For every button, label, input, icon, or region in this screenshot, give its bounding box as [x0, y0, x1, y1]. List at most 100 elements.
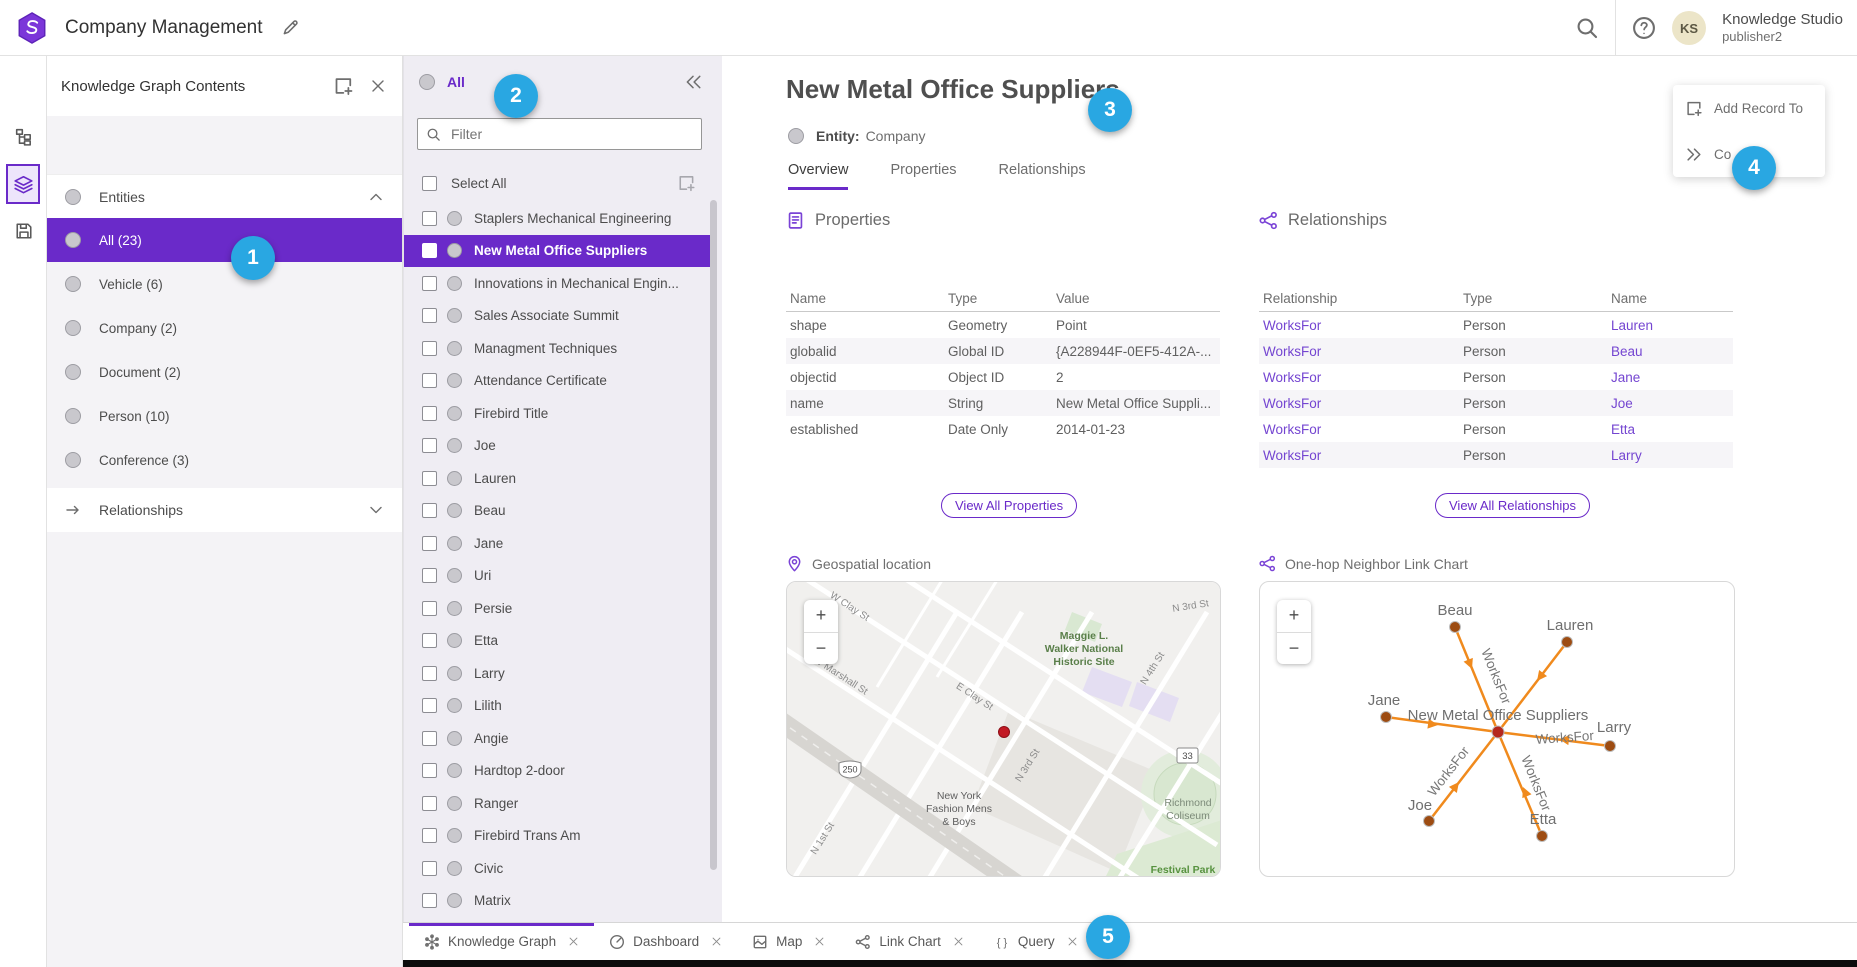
list-item[interactable]: Firebird Trans Am — [404, 820, 710, 853]
relationship-link[interactable]: WorksFor — [1259, 318, 1459, 333]
item-checkbox[interactable] — [422, 536, 437, 551]
item-checkbox[interactable] — [422, 828, 437, 843]
item-checkbox[interactable] — [422, 276, 437, 291]
item-checkbox[interactable] — [422, 243, 437, 258]
node-center[interactable] — [1492, 726, 1504, 738]
zoom-in-button[interactable]: + — [804, 600, 838, 633]
list-item[interactable]: Ranger — [404, 787, 710, 820]
list-item[interactable]: Joe — [404, 430, 710, 463]
record-tab[interactable]: Relationships — [999, 162, 1086, 190]
record-tab[interactable]: Overview — [788, 162, 848, 190]
entity-type-row[interactable]: All (23) — [47, 218, 402, 262]
list-item[interactable]: Firebird Title — [404, 397, 710, 430]
contents-button[interactable] — [6, 164, 40, 204]
list-item[interactable]: Jane — [404, 527, 710, 560]
list-item[interactable]: Attendance Certificate — [404, 365, 710, 398]
list-item[interactable]: Innovations in Mechanical Engin... — [404, 267, 710, 300]
relationship-link[interactable]: WorksFor — [1259, 396, 1459, 411]
filter-input[interactable] — [449, 125, 701, 143]
entity-type-row[interactable]: Company (2) — [47, 306, 402, 350]
node-joe[interactable] — [1424, 816, 1435, 827]
list-item[interactable]: Angie — [404, 722, 710, 755]
avatar[interactable]: KS — [1672, 11, 1706, 45]
node-jane[interactable] — [1381, 712, 1392, 723]
node-lauren[interactable] — [1562, 637, 1573, 648]
item-checkbox[interactable] — [422, 503, 437, 518]
item-checkbox[interactable] — [422, 666, 437, 681]
data-model-button[interactable] — [7, 120, 40, 153]
close-tab-icon[interactable] — [711, 936, 722, 947]
node-larry[interactable] — [1605, 741, 1616, 752]
related-entity-link[interactable]: Joe — [1607, 396, 1733, 411]
view-all-properties-button[interactable]: View All Properties — [941, 493, 1077, 518]
list-item[interactable]: Lauren — [404, 462, 710, 495]
relationship-link[interactable]: WorksFor — [1259, 370, 1459, 385]
list-item[interactable]: Hardtop 2-door — [404, 755, 710, 788]
context-menu-item[interactable]: Add Record To — [1673, 85, 1825, 131]
list-scrollbar[interactable] — [710, 200, 717, 870]
item-checkbox[interactable] — [422, 211, 437, 226]
view-all-relationships-button[interactable]: View All Relationships — [1435, 493, 1590, 518]
record-tab[interactable]: Properties — [890, 162, 956, 190]
related-entity-link[interactable]: Beau — [1607, 344, 1733, 359]
list-item[interactable]: Persie — [404, 592, 710, 625]
link-chart[interactable]: + − — [1259, 581, 1735, 877]
related-entity-link[interactable]: Jane — [1607, 370, 1733, 385]
node-beau[interactable] — [1450, 622, 1461, 633]
item-checkbox[interactable] — [422, 763, 437, 778]
search-icon[interactable] — [1575, 16, 1599, 40]
entity-type-row[interactable]: Person (10) — [47, 394, 402, 438]
view-tab[interactable]: Map — [737, 923, 840, 960]
item-checkbox[interactable] — [422, 893, 437, 908]
item-checkbox[interactable] — [422, 568, 437, 583]
close-tab-icon[interactable] — [1067, 936, 1078, 947]
item-checkbox[interactable] — [422, 601, 437, 616]
add-item-icon[interactable] — [334, 76, 354, 96]
related-entity-link[interactable]: Etta — [1607, 422, 1733, 437]
entity-type-row[interactable]: Conference (3) — [47, 438, 402, 482]
select-all-checkbox[interactable] — [422, 176, 437, 191]
item-checkbox[interactable] — [422, 438, 437, 453]
view-tab[interactable]: Link Chart — [840, 923, 979, 960]
edit-title-icon[interactable] — [281, 19, 299, 37]
collapse-panel-icon[interactable] — [684, 73, 702, 91]
list-item[interactable]: Sales Associate Summit — [404, 300, 710, 333]
list-item[interactable]: Larry — [404, 657, 710, 690]
zoom-out-button[interactable]: − — [1277, 633, 1311, 665]
list-item[interactable]: Matrix — [404, 885, 710, 918]
entities-section-header[interactable]: Entities — [47, 174, 402, 218]
zoom-out-button[interactable]: − — [804, 633, 838, 665]
item-checkbox[interactable] — [422, 373, 437, 388]
item-checkbox[interactable] — [422, 341, 437, 356]
list-item[interactable]: Staplers Mechanical Engineering — [404, 202, 710, 235]
add-record-icon[interactable] — [678, 174, 696, 192]
item-checkbox[interactable] — [422, 796, 437, 811]
close-tab-icon[interactable] — [953, 936, 964, 947]
list-item[interactable]: Civic — [404, 852, 710, 885]
user-block[interactable]: Knowledge Studio publisher2 — [1722, 11, 1843, 45]
entity-type-row[interactable]: Vehicle (6) — [47, 262, 402, 306]
list-item[interactable]: Etta — [404, 625, 710, 658]
save-button[interactable] — [7, 214, 40, 247]
item-checkbox[interactable] — [422, 633, 437, 648]
relationships-section-header[interactable]: Relationships — [47, 488, 402, 532]
list-item[interactable]: Uri — [404, 560, 710, 593]
close-panel-icon[interactable] — [370, 78, 386, 94]
help-icon[interactable] — [1632, 16, 1656, 40]
item-checkbox[interactable] — [422, 471, 437, 486]
item-checkbox[interactable] — [422, 698, 437, 713]
zoom-in-button[interactable]: + — [1277, 600, 1311, 633]
list-item[interactable]: New Metal Office Suppliers — [404, 235, 710, 268]
view-tab[interactable]: { } Query — [979, 923, 1093, 960]
view-tab[interactable]: Knowledge Graph — [409, 923, 594, 960]
relationship-link[interactable]: WorksFor — [1259, 344, 1459, 359]
related-entity-link[interactable]: Larry — [1607, 448, 1733, 463]
relationship-link[interactable]: WorksFor — [1259, 448, 1459, 463]
related-entity-link[interactable]: Lauren — [1607, 318, 1733, 333]
view-tab[interactable]: Dashboard — [594, 923, 737, 960]
select-all-row[interactable]: Select All — [404, 168, 722, 198]
item-checkbox[interactable] — [422, 308, 437, 323]
node-etta[interactable] — [1537, 831, 1548, 842]
entity-type-row[interactable]: Document (2) — [47, 350, 402, 394]
relationship-link[interactable]: WorksFor — [1259, 422, 1459, 437]
